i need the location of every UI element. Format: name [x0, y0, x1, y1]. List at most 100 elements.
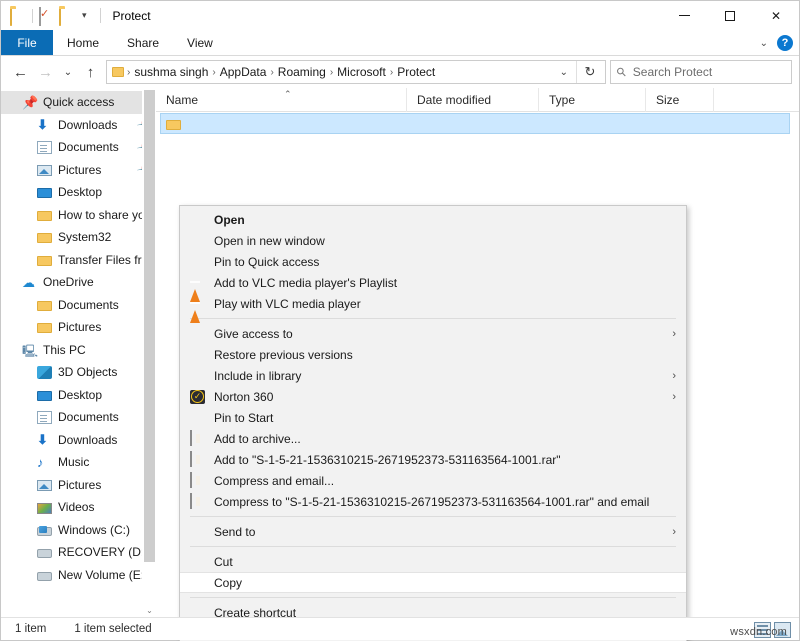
winrar-icon — [190, 429, 206, 447]
sidebar-item-downloads[interactable]: ⬇ Downloads — [1, 429, 156, 452]
chevron-down-icon[interactable]: ⌄ — [760, 38, 768, 49]
breadcrumb-dropdown-icon[interactable]: ⌄ — [552, 67, 576, 78]
search-input[interactable]: ⚲ Search Protect — [610, 60, 792, 84]
window-title: Protect — [112, 8, 151, 23]
folder-icon — [37, 300, 52, 311]
sidebar-item-quick-access[interactable]: 📌 Quick access — [1, 91, 156, 114]
sidebar-item-downloads[interactable]: ⬇Downloads📌 — [1, 114, 156, 137]
sidebar-item-desktop[interactable]: Desktop — [1, 181, 156, 204]
menu-item-add-to-vlc-media-player-s-playlist[interactable]: Add to VLC media player's Playlist — [180, 272, 686, 302]
properties-icon[interactable] — [39, 6, 55, 26]
sidebar-item-music[interactable]: ♪ Music — [1, 451, 156, 474]
sidebar-item-documents[interactable]: Documents — [1, 294, 156, 317]
breadcrumb-item-3[interactable]: Microsoft — [333, 65, 390, 79]
ribbon-right-controls: ⌄ ? — [760, 30, 793, 56]
column-header-date-modified[interactable]: Date modified — [407, 87, 539, 112]
menu-item-include-in-library[interactable]: Include in library › — [180, 365, 686, 386]
menu-item-label: Include in library — [214, 368, 302, 383]
sidebar-item-how-to-share-yo[interactable]: How to share yo — [1, 204, 156, 227]
status-item-count: 1 item — [15, 623, 47, 635]
sidebar-item-new-volume-e[interactable]: New Volume (E:) — [1, 564, 156, 587]
tab-view-label: View — [187, 35, 213, 50]
menu-item-add-to-s-1-5-21-1536310215-2671952373-53[interactable]: Add to "S-1-5-21-1536310215-2671952373-5… — [180, 449, 686, 470]
file-explorer-window: ▾ Protect ✕ File Home Share View ⌄ ? ← →… — [0, 0, 800, 641]
sidebar-item-label: System32 — [58, 230, 112, 245]
menu-item-copy[interactable]: Copy — [180, 572, 686, 593]
menu-item-play-with-vlc-media-player[interactable]: Play with VLC media player — [180, 293, 686, 323]
winrar-icon — [190, 492, 206, 510]
breadcrumb-item-1[interactable]: AppData — [216, 65, 271, 79]
tab-view[interactable]: View — [173, 30, 227, 55]
column-header-name[interactable]: Name — [156, 87, 407, 112]
breadcrumb[interactable]: › sushma singh › AppData › Roaming › Mic… — [106, 60, 606, 84]
forward-button[interactable]: → — [33, 59, 58, 85]
chevron-right-icon: › — [672, 525, 676, 538]
sidebar-item-documents[interactable]: Documents — [1, 406, 156, 429]
winrar-icon — [190, 450, 206, 468]
column-header-type[interactable]: Type — [539, 87, 646, 112]
menu-item-pin-to-start[interactable]: Pin to Start — [180, 407, 686, 428]
breadcrumb-item-0[interactable]: sushma singh — [130, 65, 212, 79]
sidebar-item-onedrive[interactable]: ☁ OneDrive — [1, 271, 156, 294]
menu-item-give-access-to[interactable]: Give access to › — [180, 323, 686, 344]
sidebar-item-label: Pictures — [58, 320, 102, 335]
minimize-button[interactable] — [661, 1, 707, 30]
sidebar-scrollbar[interactable]: ⌄ — [142, 88, 156, 617]
sidebar-item-documents[interactable]: Documents📌 — [1, 136, 156, 159]
menu-item-add-to-archive[interactable]: Add to archive... — [180, 428, 686, 449]
tab-home[interactable]: Home — [53, 30, 113, 55]
sidebar-item-recovery-d[interactable]: RECOVERY (D:) — [1, 541, 156, 564]
sidebar-item-transfer-files-fro[interactable]: Transfer Files fro — [1, 249, 156, 272]
sidebar-item-videos[interactable]: Videos — [1, 496, 156, 519]
downloads-icon: ⬇ — [37, 117, 48, 133]
tab-file[interactable]: File — [1, 30, 53, 55]
chevron-down-icon[interactable]: ⌄ — [144, 606, 155, 615]
tab-home-label: Home — [67, 35, 100, 50]
menu-item-compress-and-email[interactable]: Compress and email... — [180, 470, 686, 491]
menu-item-label: Compress to "S-1-5-21-1536310215-2671952… — [214, 494, 650, 509]
menu-item-send-to[interactable]: Send to › — [180, 521, 686, 542]
menu-separator — [190, 516, 676, 517]
vlc-icon — [190, 295, 206, 323]
menu-item-cut[interactable]: Cut — [180, 551, 686, 572]
menu-item-label: Open in new window — [214, 233, 325, 248]
sidebar-item-pictures[interactable]: Pictures — [1, 474, 156, 497]
sidebar-item-system32[interactable]: System32 — [1, 226, 156, 249]
sidebar-item-this-pc[interactable]: 🖳 This PC — [1, 339, 156, 362]
refresh-icon[interactable]: ↻ — [577, 64, 603, 80]
sidebar-item-desktop[interactable]: Desktop — [1, 384, 156, 407]
chevron-right-icon: › — [672, 369, 676, 382]
sidebar-item-windows-c[interactable]: Windows (C:) — [1, 519, 156, 542]
folder-icon[interactable] — [10, 6, 26, 26]
close-button[interactable]: ✕ — [753, 1, 799, 30]
sidebar-item-pictures[interactable]: Pictures — [1, 316, 156, 339]
breadcrumb-item-2[interactable]: Roaming — [274, 65, 330, 79]
menu-item-open[interactable]: Open — [180, 209, 686, 230]
menu-item-compress-to-s-1-5-21-1536310215-26719523[interactable]: Compress to "S-1-5-21-1536310215-2671952… — [180, 491, 686, 512]
new-folder-icon[interactable] — [59, 6, 75, 26]
menu-item-norton-360[interactable]: Norton 360 › — [180, 386, 686, 407]
column-header-size[interactable]: Size — [646, 87, 714, 112]
tab-share[interactable]: Share — [113, 30, 173, 55]
menu-item-restore-previous-versions[interactable]: Restore previous versions — [180, 344, 686, 365]
maximize-button[interactable] — [707, 1, 753, 30]
help-icon[interactable]: ? — [777, 35, 793, 51]
back-button[interactable]: ← — [8, 59, 33, 85]
sidebar-scrollbar-thumb[interactable] — [144, 90, 155, 562]
menu-item-open-in-new-window[interactable]: Open in new window — [180, 230, 686, 251]
sidebar-item-label: Desktop — [58, 387, 103, 402]
folder-icon — [37, 255, 52, 266]
table-row[interactable] — [160, 113, 790, 134]
menu-item-label: Send to — [214, 524, 256, 539]
menu-item-pin-to-quick-access[interactable]: Pin to Quick access — [180, 251, 686, 272]
recent-locations-icon[interactable]: ⌄ — [58, 59, 78, 85]
menu-item-label: Restore previous versions — [214, 347, 353, 362]
customize-caret-icon[interactable]: ▾ — [79, 10, 90, 21]
downloads-icon: ⬇ — [37, 432, 48, 448]
up-button[interactable]: ↑ — [78, 59, 103, 85]
sidebar-item-pictures[interactable]: Pictures📌 — [1, 159, 156, 182]
chevron-right-icon: › — [672, 390, 676, 403]
sidebar-item-3d-objects[interactable]: 3D Objects — [1, 361, 156, 384]
menu-item-label: Compress and email... — [214, 473, 335, 488]
breadcrumb-item-4[interactable]: Protect — [393, 65, 439, 79]
